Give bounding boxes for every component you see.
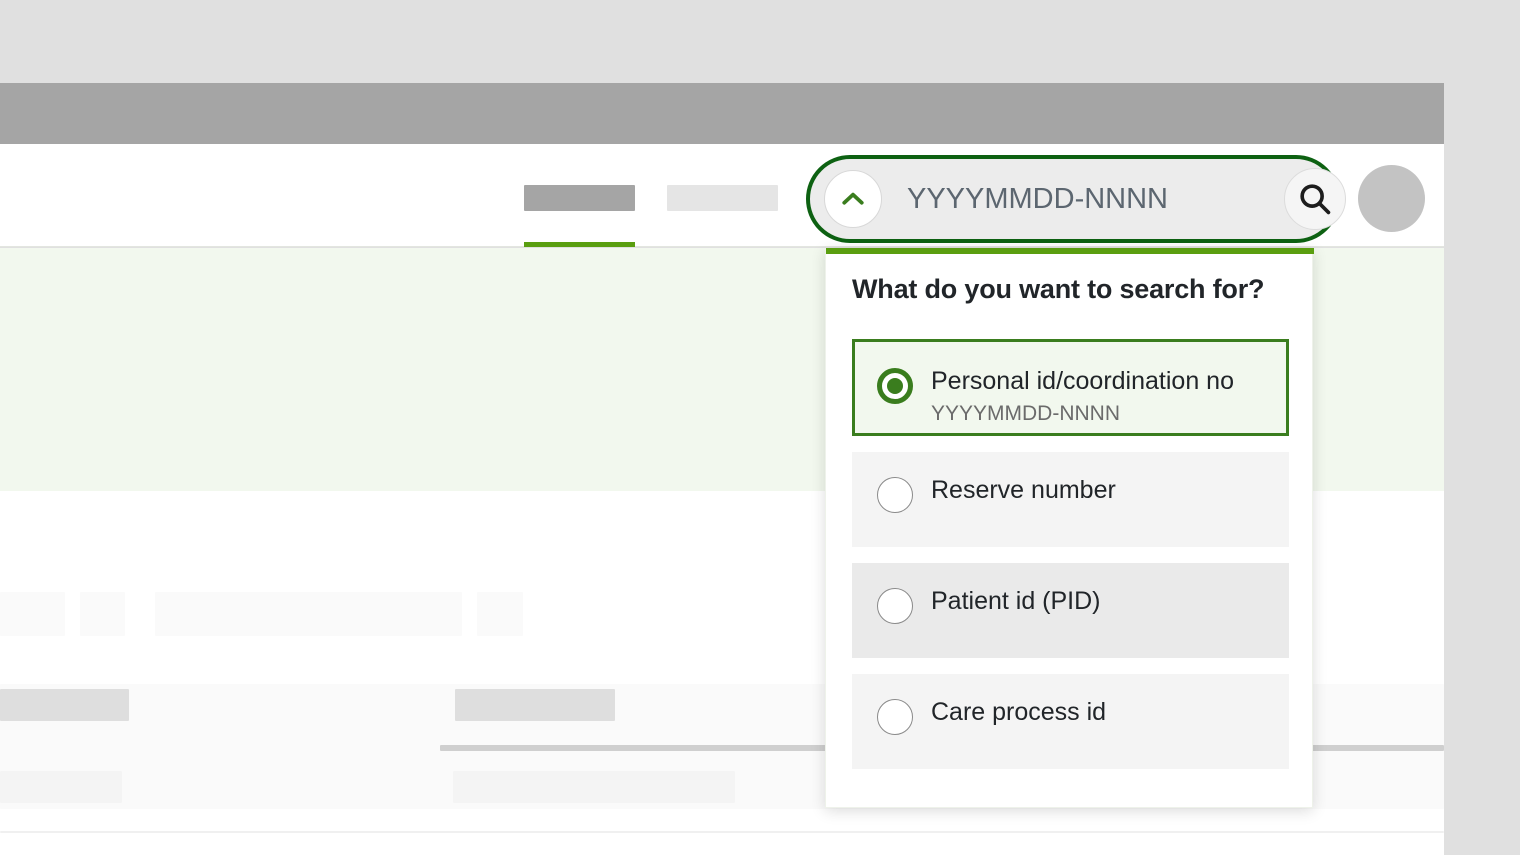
radio-unselected-icon[interactable]	[877, 699, 913, 735]
chevron-up-icon[interactable]	[824, 170, 882, 228]
skeleton-block	[477, 592, 523, 636]
skeleton-block	[0, 592, 65, 636]
skeleton-block	[455, 689, 615, 721]
nav-tab-active-label	[524, 185, 635, 211]
radio-unselected-icon[interactable]	[877, 588, 913, 624]
nav-tab-inactive-label	[667, 185, 778, 211]
skeleton-block	[453, 771, 735, 803]
nav-tab-inactive[interactable]	[667, 185, 778, 247]
dropdown-title: What do you want to search for?	[852, 274, 1265, 304]
skeleton-block	[80, 592, 125, 636]
app-top-bar	[0, 83, 1444, 144]
search-type-dropdown: What do you want to search for? Personal…	[825, 248, 1314, 808]
option-text: Care process id	[931, 697, 1106, 727]
search-icon[interactable]	[1284, 168, 1346, 230]
option-patient-id[interactable]: Patient id (PID)	[852, 563, 1289, 658]
option-text: Patient id (PID)	[931, 586, 1101, 616]
browser-chrome-band	[0, 0, 1520, 83]
option-hint: YYYYMMDD-NNNN	[931, 402, 1120, 425]
radio-unselected-icon[interactable]	[877, 477, 913, 513]
option-label: Reserve number	[931, 476, 1116, 504]
option-label: Patient id (PID)	[931, 587, 1101, 615]
nav-tab-active[interactable]	[524, 185, 635, 247]
option-label: Personal id/coordination no	[931, 367, 1234, 395]
option-personal-id[interactable]: Personal id/coordination no YYYYMMDD-NNN…	[852, 339, 1289, 436]
skeleton-divider	[0, 831, 1444, 833]
skeleton-block	[155, 592, 462, 636]
option-text: Reserve number	[931, 475, 1116, 505]
skeleton-block	[0, 689, 129, 721]
dropdown-accent-bar	[826, 248, 1314, 254]
search-type-options: Personal id/coordination no YYYYMMDD-NNN…	[852, 339, 1289, 785]
option-text: Personal id/coordination no YYYYMMDD-NNN…	[931, 366, 1234, 428]
search-input[interactable]	[882, 169, 1284, 229]
radio-selected-icon[interactable]	[877, 368, 913, 404]
skeleton-block	[0, 771, 122, 803]
option-care-process-id[interactable]: Care process id	[852, 674, 1289, 769]
option-reserve-number[interactable]: Reserve number	[852, 452, 1289, 547]
avatar[interactable]	[1358, 165, 1425, 232]
nav-tabs	[524, 185, 778, 247]
search-bar[interactable]	[806, 155, 1346, 243]
option-label: Care process id	[931, 698, 1107, 726]
